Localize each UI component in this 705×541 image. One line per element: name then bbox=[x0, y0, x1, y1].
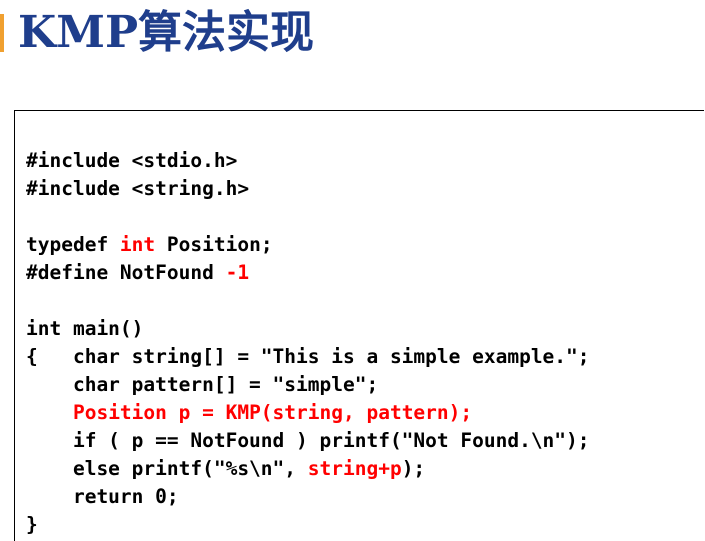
code-line-main-signature: int main() bbox=[26, 317, 144, 340]
code-line-kmp-call: Position p = KMP(string, pattern); bbox=[26, 399, 590, 427]
typedef-keyword: typedef bbox=[26, 233, 120, 256]
code-line-include-stdio: #include <stdio.h> bbox=[26, 149, 238, 172]
code-block: #include <stdio.h> #include <string.h> t… bbox=[26, 147, 590, 539]
title-accent-bar bbox=[0, 14, 4, 52]
define-head: #define NotFound bbox=[26, 261, 226, 284]
code-line-include-string: #include <string.h> bbox=[26, 177, 250, 200]
code-line-return: return 0; bbox=[26, 485, 179, 508]
typedef-type-highlight: int bbox=[119, 233, 156, 256]
code-line-typedef: typedef int Position; bbox=[26, 231, 590, 259]
code-line-pattern-decl: char pattern[] = "simple"; bbox=[26, 373, 379, 396]
code-line-close-brace: } bbox=[26, 513, 38, 536]
typedef-rest: Position; bbox=[155, 233, 273, 256]
else-arg-highlight: string+p bbox=[307, 457, 402, 480]
code-line-define: #define NotFound -1 bbox=[26, 259, 590, 287]
code-box: #include <stdio.h> #include <string.h> t… bbox=[14, 110, 704, 541]
else-head: else printf("%s\n", bbox=[26, 457, 308, 480]
code-line-else: else printf("%s\n", string+p); bbox=[26, 455, 590, 483]
else-tail: ); bbox=[401, 457, 426, 480]
code-line-string-decl: { char string[] = "This is a simple exam… bbox=[26, 345, 590, 368]
code-line-if: if ( p == NotFound ) printf("Not Found.\… bbox=[26, 429, 590, 452]
kmp-call-highlight: Position p = KMP(string, pattern); bbox=[72, 401, 473, 424]
define-value-highlight: -1 bbox=[225, 261, 250, 284]
slide-title: KMP算法实现 bbox=[18, 7, 315, 58]
